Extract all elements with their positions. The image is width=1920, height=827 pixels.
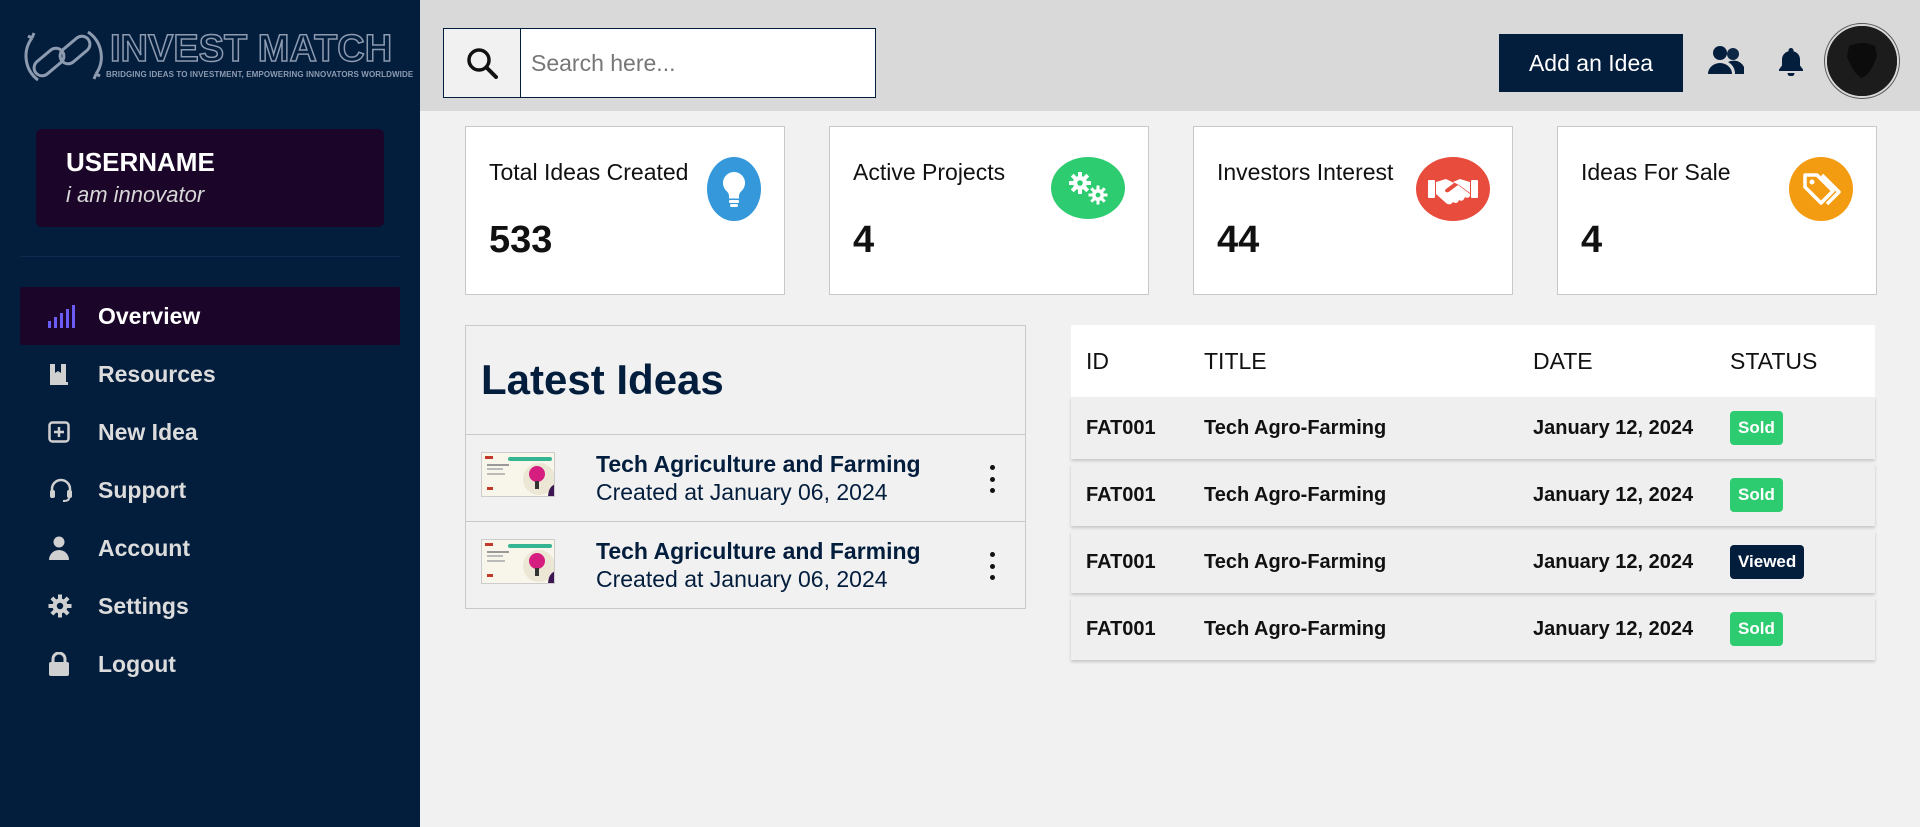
stat-label: Ideas For Sale <box>1581 159 1731 185</box>
latest-ideas-panel: Latest Ideas Tech Agriculture and Farmin… <box>465 325 1026 609</box>
user-icon <box>48 535 82 561</box>
avatar[interactable] <box>1825 24 1899 98</box>
brand-tagline: BRIDGING IDEAS TO INVESTMENT, EMPOWERING… <box>106 70 414 79</box>
status-badge: Viewed <box>1730 545 1805 579</box>
ideas-table: ID TITLE DATE STATUS FAT001 Tech Agro-Fa… <box>1071 325 1875 660</box>
sidebar-item-logout[interactable]: Logout <box>20 635 400 693</box>
sidebar-item-resources[interactable]: Resources <box>20 345 400 403</box>
sidebar-item-label: Settings <box>98 592 189 619</box>
bookmark-book-icon <box>48 361 82 387</box>
more-vertical-icon[interactable] <box>986 465 998 493</box>
headset-icon <box>48 477 82 503</box>
cell-id: FAT001 <box>1086 416 1156 439</box>
stat-value: 44 <box>1217 219 1260 261</box>
gears-icon <box>1051 157 1125 219</box>
user-role: i am innovator <box>66 182 205 207</box>
search-icon <box>467 48 498 79</box>
status-badge: Sold <box>1730 478 1783 512</box>
list-item[interactable]: Tech Agriculture and Farming Created at … <box>466 521 1025 608</box>
table-row[interactable]: FAT001 Tech Agro-Farming January 12, 202… <box>1071 397 1875 459</box>
stat-card-investors-interest[interactable]: Investors Interest 44 <box>1193 126 1513 295</box>
status-badge: Sold <box>1730 612 1783 646</box>
stat-label: Active Projects <box>853 159 1006 185</box>
cell-title: Tech Agro-Farming <box>1204 483 1387 506</box>
table-header: ID TITLE DATE STATUS <box>1071 325 1875 397</box>
table-row[interactable]: FAT001 Tech Agro-Farming January 12, 202… <box>1071 598 1875 660</box>
idea-title: Tech Agriculture and Farming <box>596 538 921 564</box>
price-tags-icon <box>1789 157 1853 221</box>
column-header-status[interactable]: STATUS <box>1730 348 1850 375</box>
chain-link-logo-icon <box>24 30 103 82</box>
stat-label: Investors Interest <box>1217 159 1394 185</box>
sidebar-item-account[interactable]: Account <box>20 519 400 577</box>
stat-card-active-projects[interactable]: Active Projects 4 <box>829 126 1149 295</box>
profile-image-icon <box>1827 26 1897 96</box>
table-row[interactable]: FAT001 Tech Agro-Farming January 12, 202… <box>1071 464 1875 526</box>
stat-value: 4 <box>853 219 875 261</box>
idea-date: Created at January 06, 2024 <box>596 566 888 592</box>
lightbulb-icon <box>707 157 761 221</box>
column-header-id[interactable]: ID <box>1086 348 1219 375</box>
bell-icon[interactable] <box>1777 46 1805 81</box>
cell-title: Tech Agro-Farming <box>1204 416 1387 439</box>
idea-date: Created at January 06, 2024 <box>596 479 888 505</box>
cell-title: Tech Agro-Farming <box>1204 550 1387 573</box>
sidebar-item-label: Account <box>98 534 190 561</box>
idea-thumbnail <box>481 452 555 497</box>
stat-value: 533 <box>489 219 553 261</box>
idea-title: Tech Agriculture and Farming <box>596 451 921 477</box>
brand-name: INVEST MATCH <box>109 27 393 71</box>
search-button[interactable] <box>444 29 521 97</box>
more-vertical-icon[interactable] <box>986 552 998 580</box>
cell-date: January 12, 2024 <box>1533 483 1694 506</box>
cell-date: January 12, 2024 <box>1533 617 1694 640</box>
latest-ideas-title: Latest Ideas <box>481 356 724 403</box>
cell-date: January 12, 2024 <box>1533 550 1694 573</box>
cell-id: FAT001 <box>1086 483 1156 506</box>
status-badge: Sold <box>1730 411 1783 445</box>
sidebar-item-label: New Idea <box>98 418 198 445</box>
user-card: USERNAME i am innovator <box>36 129 384 227</box>
sidebar-item-new-idea[interactable]: New Idea <box>20 403 400 461</box>
sidebar-item-label: Logout <box>98 650 176 677</box>
lock-icon <box>48 651 82 677</box>
signal-bars-icon <box>48 303 82 329</box>
cell-id: FAT001 <box>1086 617 1156 640</box>
sidebar-item-support[interactable]: Support <box>20 461 400 519</box>
stat-label: Total Ideas Created <box>489 159 689 185</box>
cell-date: January 12, 2024 <box>1533 416 1694 439</box>
cell-title: Tech Agro-Farming <box>1204 617 1387 640</box>
table-row[interactable]: FAT001 Tech Agro-Farming January 12, 202… <box>1071 531 1875 593</box>
sidebar-divider <box>20 256 400 257</box>
top-bar: Add an Idea <box>420 0 1920 111</box>
add-idea-button[interactable]: Add an Idea <box>1499 34 1683 92</box>
idea-thumbnail <box>481 539 555 584</box>
column-header-title[interactable]: TITLE <box>1204 348 1533 375</box>
sidebar: INVEST MATCH BRIDGING IDEAS TO INVESTMEN… <box>0 0 420 827</box>
stat-card-ideas-for-sale[interactable]: Ideas For Sale 4 <box>1557 126 1877 295</box>
column-header-date[interactable]: DATE <box>1533 348 1730 375</box>
sidebar-item-settings[interactable]: Settings <box>20 577 400 635</box>
sidebar-item-overview[interactable]: Overview <box>20 287 400 345</box>
stat-card-total-ideas[interactable]: Total Ideas Created 533 <box>465 126 785 295</box>
cell-id: FAT001 <box>1086 550 1156 573</box>
sidebar-item-label: Support <box>98 476 187 503</box>
handshake-icon <box>1416 157 1490 221</box>
brand-logo[interactable]: INVEST MATCH BRIDGING IDEAS TO INVESTMEN… <box>18 18 413 94</box>
list-item[interactable]: Tech Agriculture and Farming Created at … <box>466 434 1025 521</box>
sidebar-item-label: Resources <box>98 360 216 387</box>
users-icon[interactable] <box>1708 44 1745 81</box>
plus-square-icon <box>48 419 82 445</box>
gear-icon <box>48 593 82 619</box>
search-box <box>443 28 876 98</box>
sidebar-item-label: Overview <box>98 302 201 329</box>
sidebar-nav: Overview Resources New Idea Support Acco… <box>20 287 400 693</box>
user-name: USERNAME <box>66 147 215 177</box>
search-input[interactable] <box>521 29 875 97</box>
stat-value: 4 <box>1581 219 1603 261</box>
